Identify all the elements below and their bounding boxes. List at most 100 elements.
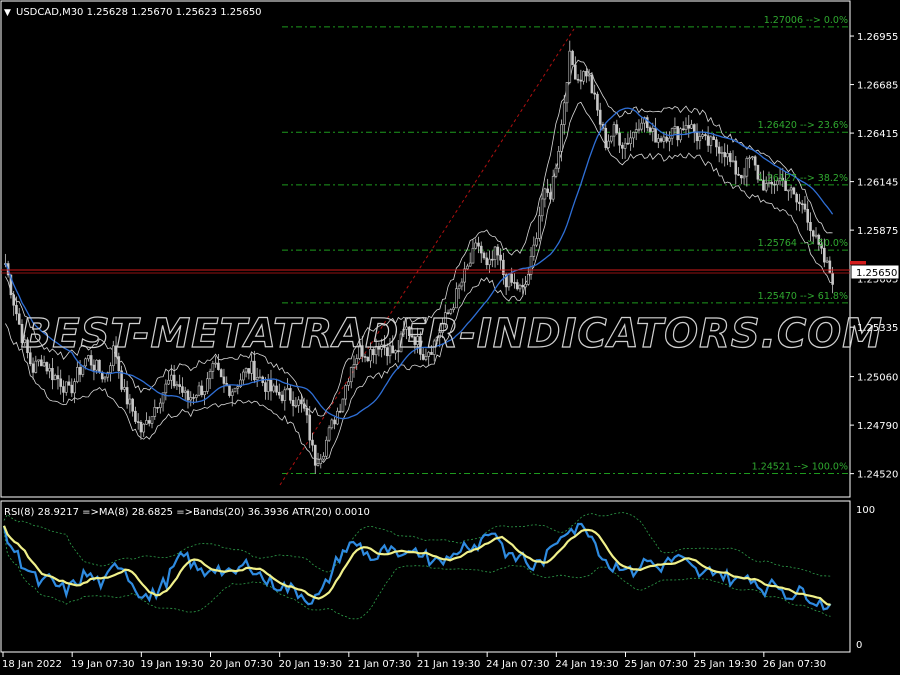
candle-body: [327, 427, 331, 441]
candle-body: [621, 144, 624, 149]
candle-body: [347, 381, 350, 386]
candle-body: [587, 74, 591, 77]
candle-body: [712, 136, 715, 141]
candle-body: [73, 381, 76, 394]
candle-body: [728, 153, 732, 162]
candle-body: [186, 390, 190, 401]
candle-body: [269, 380, 273, 392]
candle-body: [308, 414, 312, 441]
candle-body: [463, 268, 466, 283]
candle-body: [325, 439, 328, 457]
time-tick-label: 21 Jan 07:30: [348, 659, 411, 670]
candle-body: [175, 384, 179, 387]
candle-body: [344, 384, 347, 400]
candle-body: [468, 262, 472, 267]
candle-body: [56, 375, 60, 380]
candle-body: [302, 403, 306, 409]
candle-body: [565, 82, 569, 104]
candle-body: [42, 362, 46, 367]
candle-body: [560, 124, 563, 152]
candle-body: [568, 50, 572, 83]
candle-body: [208, 370, 212, 380]
candle-body: [615, 124, 619, 134]
candle-body: [109, 365, 112, 373]
candle-body: [333, 419, 336, 425]
candle-body: [322, 455, 325, 460]
candle-body: [618, 132, 621, 146]
candle-body: [313, 444, 317, 466]
candle-body: [479, 245, 483, 254]
candle-body: [170, 374, 173, 381]
price-tick-label: 1.25060: [857, 373, 898, 384]
candle-body: [684, 125, 688, 130]
time-tick-label: 24 Jan 19:30: [555, 659, 618, 670]
fib-level-label: 1.27006 --> 0.0%: [764, 15, 848, 26]
candle-body: [491, 258, 494, 261]
candle-body: [222, 376, 226, 384]
lower-envelope: [5, 101, 833, 464]
candle-body: [76, 367, 79, 382]
candle-body: [316, 463, 320, 466]
chart-window[interactable]: 1.27006 --> 0.0% 1.26420 --> 23.6% 1.26127…: [0, 0, 900, 675]
candle-body: [596, 93, 599, 111]
price-tick-label: 1.25335: [857, 323, 898, 334]
candle-body: [529, 255, 533, 275]
rsi-axis-min: 0: [856, 640, 862, 651]
price-tick-label: 1.26415: [857, 129, 898, 140]
candle-body: [574, 64, 577, 80]
fib-labels: 1.27006 --> 0.0% 1.26420 --> 23.6% 1.26127…: [752, 15, 848, 473]
candle-body: [181, 386, 184, 393]
candle-body: [681, 128, 685, 131]
candle-body: [814, 234, 818, 237]
candle-body: [748, 157, 751, 160]
candle-body: [557, 150, 561, 169]
candle-body: [482, 252, 486, 259]
candle-body: [709, 136, 713, 146]
candle-body: [612, 124, 616, 137]
candle-body: [706, 135, 710, 146]
candle-body: [571, 50, 574, 66]
candle-body: [551, 176, 555, 200]
fib-level-label: 1.26127 --> 38.2%: [758, 173, 848, 184]
candle-body: [654, 127, 657, 143]
main-panel[interactable]: [0, 0, 851, 498]
candle-body: [150, 416, 154, 424]
candle-body: [297, 399, 300, 406]
candle-body: [540, 198, 544, 217]
candle-body: [289, 388, 292, 401]
candle-body: [305, 408, 309, 416]
candle-body: [183, 390, 187, 393]
candle-body: [40, 359, 43, 367]
candle-body: [604, 127, 608, 148]
candle-body: [45, 362, 49, 372]
candle-body: [662, 136, 666, 142]
candle-body: [734, 160, 738, 175]
candle-body: [455, 288, 458, 309]
candle-body: [167, 379, 170, 385]
candle-body: [452, 307, 455, 310]
candle-body: [67, 381, 71, 386]
candle-body: [809, 222, 812, 232]
candle-body: [695, 132, 699, 142]
candle-body: [457, 285, 461, 290]
candle-body: [665, 136, 668, 142]
candle-body: [828, 260, 832, 274]
dropdown-arrow-icon[interactable]: ▼: [4, 8, 11, 18]
time-tick-label: 19 Jan 07:30: [71, 659, 134, 670]
moving-average: [4, 107, 834, 420]
candle-body: [538, 215, 541, 239]
price-tick-label: 1.26955: [857, 32, 898, 43]
candle-body: [513, 282, 516, 284]
candle-body: [687, 125, 691, 129]
current-price-marker: [850, 261, 866, 265]
candle-body: [48, 368, 51, 372]
candle-body: [59, 378, 63, 387]
candle-body: [704, 134, 707, 137]
candle-body: [753, 156, 757, 166]
candle-body: [247, 368, 251, 374]
candle-body: [831, 272, 834, 285]
fib-level-label: 1.26420 --> 23.6%: [758, 120, 848, 131]
candle-body: [576, 78, 580, 81]
candle-body: [648, 127, 652, 132]
candle-body: [203, 391, 206, 396]
